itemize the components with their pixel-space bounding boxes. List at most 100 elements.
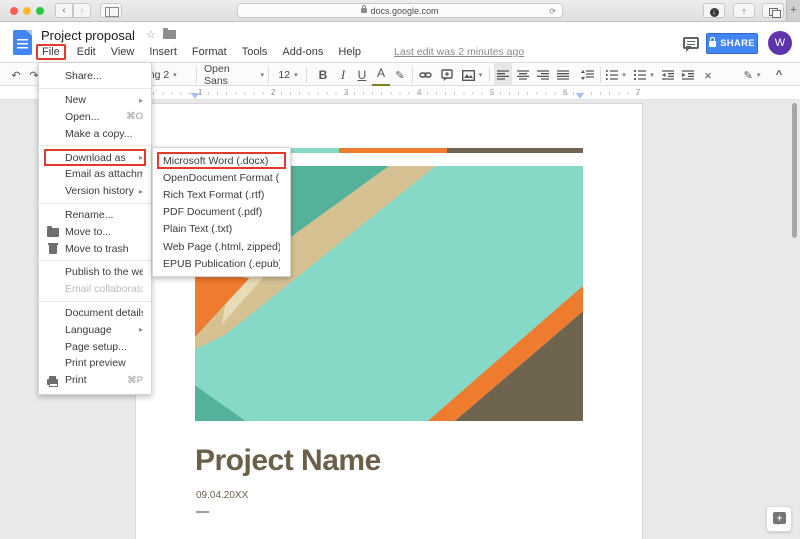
printer-icon bbox=[47, 379, 58, 385]
lock-icon bbox=[709, 41, 716, 47]
menu-separator bbox=[39, 301, 151, 302]
align-left-icon[interactable] bbox=[494, 63, 512, 87]
file-menu-open[interactable]: Open...⌘O bbox=[39, 109, 151, 126]
google-docs-icon[interactable] bbox=[13, 30, 32, 55]
chevron-down-icon: ▾ bbox=[622, 71, 626, 79]
sidebar-toggle-button[interactable] bbox=[100, 3, 122, 18]
line-spacing-icon[interactable] bbox=[578, 63, 596, 87]
undo-button[interactable]: ↶ bbox=[8, 63, 24, 87]
align-right-icon[interactable] bbox=[534, 63, 552, 87]
menu-bar: File Edit View Insert Format Tools Add-o… bbox=[40, 46, 524, 58]
last-edit-link[interactable]: Last edit was 2 minutes ago bbox=[394, 46, 524, 58]
collapse-toolbar-icon[interactable]: ^ bbox=[770, 63, 788, 87]
submenu-microsoft-word[interactable]: Microsoft Word (.docx) bbox=[157, 152, 286, 169]
file-menu-print-preview[interactable]: Print preview bbox=[39, 355, 151, 372]
menu-addons[interactable]: Add-ons bbox=[282, 46, 323, 58]
font-size-dropdown[interactable]: 12 ▾ bbox=[274, 63, 302, 87]
increase-indent-icon[interactable] bbox=[679, 63, 697, 87]
project-date[interactable]: 09.04.20XX bbox=[196, 490, 248, 501]
menu-file[interactable]: File bbox=[36, 44, 66, 60]
tab-overview-button[interactable] bbox=[762, 3, 784, 18]
reload-icon[interactable]: ⟳ bbox=[549, 7, 556, 16]
insert-image-icon[interactable]: ▾ bbox=[460, 63, 484, 87]
project-name-heading[interactable]: Project Name bbox=[195, 444, 381, 478]
avatar[interactable]: W bbox=[768, 31, 792, 55]
chevron-down-icon: ▾ bbox=[757, 71, 761, 79]
file-menu-email-collaborators: Email collaborators... bbox=[39, 281, 151, 298]
ruler-number: 2 bbox=[271, 88, 275, 97]
underline-button[interactable]: U bbox=[353, 63, 371, 87]
justify-icon[interactable] bbox=[554, 63, 572, 87]
paint-format-icon[interactable]: ✎ bbox=[392, 63, 408, 87]
address-bar[interactable]: docs.google.com ⟳ bbox=[237, 3, 563, 18]
menu-edit[interactable]: Edit bbox=[77, 46, 96, 58]
decrease-indent-icon[interactable] bbox=[659, 63, 677, 87]
file-menu-print[interactable]: Print⌘P bbox=[39, 372, 151, 389]
submenu-arrow-icon: ▸ bbox=[139, 153, 143, 162]
browser-share-button[interactable]: ↑ bbox=[733, 3, 755, 18]
ruler-number: 4 bbox=[417, 88, 421, 97]
menu-view[interactable]: View bbox=[111, 46, 135, 58]
submenu-pdf[interactable]: PDF Document (.pdf) bbox=[153, 204, 290, 221]
chevron-down-icon: ▾ bbox=[260, 71, 264, 79]
browser-forward-button[interactable]: › bbox=[73, 3, 91, 18]
new-tab-button[interactable]: + bbox=[786, 0, 800, 21]
clear-formatting-icon[interactable]: × bbox=[699, 63, 717, 87]
downloads-button[interactable]: ↓ bbox=[703, 3, 725, 18]
file-menu-download-as[interactable]: Download as▸ bbox=[44, 149, 146, 166]
text-color-button[interactable]: A bbox=[372, 63, 390, 87]
submenu-arrow-icon: ▸ bbox=[139, 187, 143, 196]
bold-button[interactable]: B bbox=[314, 63, 332, 87]
file-menu-publish-to-web[interactable]: Publish to the web... bbox=[39, 264, 151, 281]
star-icon[interactable]: ☆ bbox=[146, 28, 156, 41]
submenu-opendocument[interactable]: OpenDocument Format (.odt) bbox=[153, 169, 290, 186]
close-window-button[interactable] bbox=[10, 7, 18, 15]
italic-button[interactable]: I bbox=[334, 63, 352, 87]
file-menu-page-setup[interactable]: Page setup... bbox=[39, 338, 151, 355]
file-menu-version-history[interactable]: Version history▸ bbox=[39, 183, 151, 200]
file-menu-share[interactable]: Share... bbox=[39, 68, 151, 85]
file-menu-email-as-attachment[interactable]: Email as attachment... bbox=[39, 166, 151, 183]
file-menu-document-details[interactable]: Document details... bbox=[39, 305, 151, 322]
menu-tools[interactable]: Tools bbox=[242, 46, 268, 58]
submenu-web-page[interactable]: Web Page (.html, zipped) bbox=[153, 238, 290, 255]
file-menu-move-to-trash[interactable]: Move to trash bbox=[39, 240, 151, 257]
submenu-rich-text[interactable]: Rich Text Format (.rtf) bbox=[153, 186, 290, 203]
document-title-field[interactable]: Project proposal bbox=[41, 28, 135, 43]
zoom-window-button[interactable] bbox=[36, 7, 44, 15]
editing-mode-dropdown[interactable]: ✎ ▾ bbox=[740, 63, 764, 87]
menu-insert[interactable]: Insert bbox=[149, 46, 177, 58]
url-text: docs.google.com bbox=[370, 6, 438, 16]
minimize-window-button[interactable] bbox=[23, 7, 31, 15]
comments-icon[interactable] bbox=[683, 37, 699, 49]
move-folder-icon[interactable] bbox=[163, 30, 176, 39]
add-comment-icon[interactable] bbox=[438, 63, 456, 87]
submenu-plain-text[interactable]: Plain Text (.txt) bbox=[153, 221, 290, 238]
bulleted-list-icon[interactable]: ▾ bbox=[632, 63, 656, 87]
submenu-epub[interactable]: EPUB Publication (.epub) bbox=[153, 255, 290, 272]
file-menu-language[interactable]: Language▸ bbox=[39, 321, 151, 338]
browser-back-button[interactable]: ‹ bbox=[55, 3, 73, 18]
file-menu-move-to[interactable]: Move to... bbox=[39, 223, 151, 240]
download-as-submenu: Microsoft Word (.docx) OpenDocument Form… bbox=[152, 147, 291, 277]
folder-icon bbox=[47, 228, 59, 237]
trash-icon bbox=[49, 245, 57, 254]
align-center-icon[interactable] bbox=[514, 63, 532, 87]
share-button-label: SHARE bbox=[720, 38, 755, 49]
file-menu-rename[interactable]: Rename... bbox=[39, 207, 151, 224]
font-size-value: 12 bbox=[278, 69, 290, 81]
file-menu-new[interactable]: New▸ bbox=[39, 92, 151, 109]
file-menu-make-a-copy[interactable]: Make a copy... bbox=[39, 125, 151, 142]
share-button[interactable]: SHARE bbox=[706, 33, 758, 54]
font-dropdown[interactable]: Open Sans ▾ bbox=[204, 63, 264, 87]
menu-format[interactable]: Format bbox=[192, 46, 227, 58]
insert-link-icon[interactable] bbox=[416, 63, 434, 87]
date-underline bbox=[196, 511, 209, 513]
menu-help[interactable]: Help bbox=[338, 46, 361, 58]
font-value: Open Sans bbox=[204, 63, 256, 87]
vertical-scrollbar[interactable] bbox=[792, 103, 797, 238]
file-menu: Share... New▸ Open...⌘O Make a copy... D… bbox=[38, 62, 152, 395]
menu-separator bbox=[39, 88, 151, 89]
explore-button[interactable]: + bbox=[766, 506, 792, 532]
numbered-list-icon[interactable]: • ▾ bbox=[604, 63, 628, 87]
